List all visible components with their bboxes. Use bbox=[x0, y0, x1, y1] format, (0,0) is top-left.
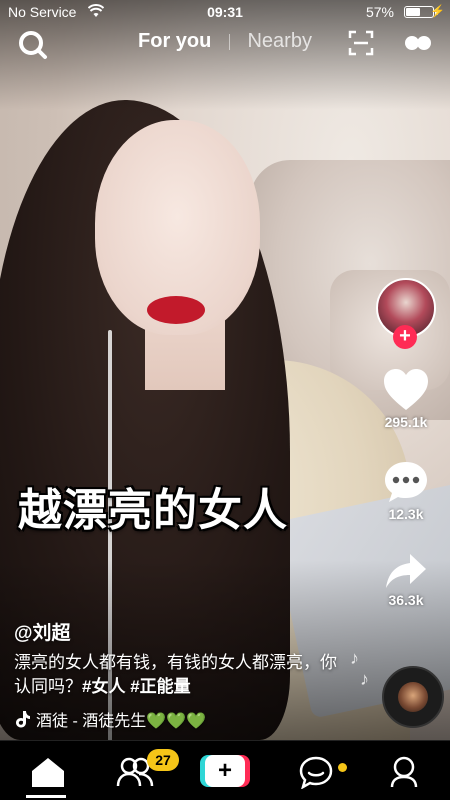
music-title: 酒徒 - 酒徒先生 bbox=[36, 713, 147, 730]
battery-fill bbox=[406, 8, 420, 16]
profile-icon[interactable] bbox=[386, 755, 426, 789]
feed-tabs: For you Nearby bbox=[0, 30, 450, 53]
home-active-indicator bbox=[26, 795, 66, 798]
share-arrow-icon bbox=[386, 554, 426, 588]
music-disc-cover bbox=[398, 682, 428, 712]
friends-badge: 27 bbox=[147, 749, 179, 771]
music-row[interactable]: 酒徒 - 酒徒先生💚💚💚 bbox=[14, 707, 344, 731]
live-dots-icon[interactable] bbox=[404, 34, 432, 52]
creator-username[interactable]: @刘超 bbox=[14, 618, 344, 645]
home-icon[interactable] bbox=[28, 755, 68, 789]
charging-bolt-icon: ⚡ bbox=[430, 4, 445, 18]
post-meta: @刘超 漂亮的女人都有钱，有钱的女人都漂亮，你认同吗？#女人 #正能量 酒徒 -… bbox=[14, 618, 344, 731]
creator-avatar[interactable]: + bbox=[376, 278, 436, 349]
post-description: 漂亮的女人都有钱，有钱的女人都漂亮，你认同吗？#女人 #正能量 bbox=[14, 651, 344, 699]
top-nav: For you Nearby bbox=[0, 24, 450, 60]
comment-icon bbox=[385, 462, 427, 502]
action-rail: + 295.1k 12.3k 36.3k bbox=[370, 278, 442, 608]
music-hearts: 💚💚💚 bbox=[146, 713, 206, 730]
share-button[interactable]: 36.3k bbox=[370, 552, 442, 608]
comment-count: 12.3k bbox=[388, 506, 424, 522]
tiktok-note-icon bbox=[16, 711, 30, 728]
video-lips bbox=[147, 296, 205, 324]
status-bar: No Service 09:31 57% ⚡ bbox=[0, 0, 450, 24]
tiktok-feed-screen: No Service 09:31 57% ⚡ For you Nearby + … bbox=[0, 0, 450, 800]
follow-plus-button[interactable]: + bbox=[393, 325, 417, 349]
share-count: 36.3k bbox=[388, 592, 424, 608]
battery-percent: 57% bbox=[365, 4, 394, 20]
messages-icon[interactable] bbox=[298, 755, 338, 789]
heart-icon bbox=[384, 369, 428, 410]
hashtag-1[interactable]: #女人 bbox=[82, 677, 125, 696]
bottom-nav: 27 + bbox=[0, 740, 450, 800]
comment-button[interactable]: 12.3k bbox=[370, 460, 442, 522]
create-plus-icon: + bbox=[205, 755, 245, 787]
tab-nearby[interactable]: Nearby bbox=[247, 30, 311, 53]
like-button[interactable]: 295.1k bbox=[370, 368, 442, 430]
floating-music-notes-icon: ♪ ♪ bbox=[350, 648, 370, 689]
create-button[interactable]: + bbox=[200, 755, 250, 787]
video-overlay-caption: 越漂亮的女人 bbox=[18, 486, 288, 535]
scan-icon[interactable] bbox=[348, 30, 374, 56]
music-disc[interactable] bbox=[382, 666, 444, 728]
tab-for-you[interactable]: For you bbox=[138, 30, 211, 53]
like-count: 295.1k bbox=[384, 414, 428, 430]
messages-notification-dot bbox=[338, 763, 347, 772]
tab-divider bbox=[228, 33, 230, 50]
hashtag-2[interactable]: #正能量 bbox=[130, 677, 190, 696]
